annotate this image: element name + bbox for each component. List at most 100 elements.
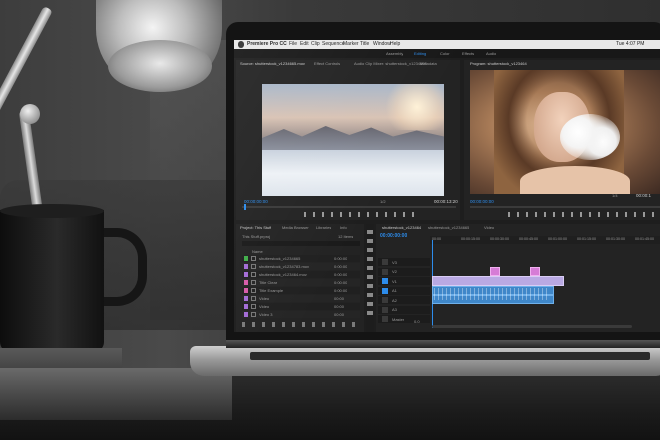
project-item-name: Video	[259, 304, 270, 309]
track-header[interactable]: A3	[378, 305, 430, 314]
source-playhead[interactable]	[244, 204, 246, 210]
master-level[interactable]: 0.0	[414, 319, 420, 324]
track-label: V1	[392, 278, 397, 284]
menu-clip[interactable]: Clip	[311, 41, 320, 47]
track-toggle-icon[interactable]	[382, 287, 388, 294]
project-item-color-label	[244, 264, 248, 269]
program-flowers	[560, 114, 620, 160]
project-item-row[interactable]: shutterstock_v1234665 0:00:00	[242, 255, 360, 262]
clip-icon	[251, 280, 256, 285]
workspace-tab-audio[interactable]: Audio	[486, 51, 496, 56]
track-header[interactable]: A2	[378, 296, 430, 304]
ruler-tick-label: 00:01:15:00	[577, 237, 596, 241]
media-browser-tab[interactable]: Media Browser	[282, 225, 309, 230]
workspace-tab-editing[interactable]: Editing	[414, 51, 426, 56]
project-search-input[interactable]	[242, 241, 360, 246]
project-item-name: Title Example	[259, 288, 284, 293]
timeline-horizontal-scrollbar[interactable]	[432, 325, 632, 328]
project-item-duration: 0:00:00	[334, 288, 348, 293]
metadata-tab[interactable]: Metadata	[420, 61, 437, 66]
project-item-name: Video	[259, 296, 270, 301]
project-item-duration: 00:00	[334, 296, 345, 301]
source-tab[interactable]: Source: shutterstock_v1234665.mov	[240, 61, 320, 66]
title-clip-2[interactable]	[530, 267, 540, 276]
source-duration: 00:00:13:20	[434, 199, 458, 204]
menu-title[interactable]: Title	[360, 41, 369, 47]
track-label: A3	[392, 307, 397, 312]
source-scrub-bar[interactable]	[242, 206, 456, 208]
timeline-tab-2[interactable]: shutterstock_v1234665	[428, 225, 469, 230]
project-item-row[interactable]: shutterstock_v123464.mov 0:00:00	[242, 271, 360, 278]
workspace-tab-assembly[interactable]: Assembly	[386, 51, 403, 56]
audio-waveform	[434, 288, 550, 300]
project-item-row[interactable]: Video 00:00	[242, 303, 360, 310]
mac-menubar	[234, 40, 660, 49]
track-toggle-icon[interactable]	[382, 306, 388, 313]
track-toggle-icon[interactable]	[382, 259, 388, 265]
title-clip-1[interactable]	[490, 267, 500, 276]
program-fit[interactable]: 1/4	[612, 193, 618, 198]
project-tab[interactable]: Project: This Stuff	[240, 225, 271, 230]
track-header[interactable]: V3	[378, 258, 430, 266]
menu-help[interactable]: Help	[390, 41, 400, 47]
video-clip-track-v1[interactable]	[432, 276, 564, 286]
track-header[interactable]: V2	[378, 267, 430, 276]
source-fit[interactable]: 1/2	[380, 199, 386, 204]
program-transport-controls[interactable]	[508, 212, 658, 217]
ruler-tick-label: 00:01:00:00	[548, 237, 567, 241]
menu-sequence[interactable]: Sequence	[322, 41, 345, 47]
project-item-name: shutterstock_v1234783.mov	[259, 264, 310, 269]
project-item-row[interactable]: Title Example 0:00:00	[242, 287, 360, 294]
menu-file[interactable]: File	[289, 41, 297, 47]
clip-icon	[251, 264, 256, 269]
workspace-tab-effects[interactable]: Effects	[462, 51, 474, 56]
source-transport-controls[interactable]	[304, 212, 414, 217]
source-timecode: 00:00:00:00	[244, 199, 268, 204]
libraries-tab[interactable]: Libraries	[316, 225, 331, 230]
track-label: Master	[392, 316, 405, 322]
menubar-clock: Tue 4:07 PM	[616, 41, 645, 47]
project-item-color-label	[244, 296, 248, 301]
menu-marker[interactable]: Marker	[343, 41, 359, 47]
menu-window[interactable]: Window	[373, 41, 391, 47]
workspace-tab-color[interactable]: Color	[440, 51, 450, 56]
project-item-color-label	[244, 280, 248, 285]
apple-icon[interactable]	[238, 41, 244, 48]
track-header[interactable]: V1	[378, 277, 430, 285]
project-bin-name: This Stuff.prproj	[242, 234, 271, 239]
clip-icon	[251, 296, 256, 301]
info-tab[interactable]: Info	[340, 225, 347, 230]
project-item-row[interactable]: shutterstock_v1234783.mov 0:00:00	[242, 263, 360, 270]
project-item-row[interactable]: Title Clear 0:00:00	[242, 279, 360, 286]
project-bottom-toolbar[interactable]	[242, 322, 360, 327]
project-name-column-header[interactable]: Name	[252, 249, 263, 254]
source-sun-glow	[382, 84, 444, 130]
track-header[interactable]: A1	[378, 286, 430, 295]
book-bottom	[0, 368, 232, 420]
app-menu[interactable]: Premiere Pro CC	[247, 41, 287, 47]
project-item-duration: 00:00	[334, 304, 345, 309]
track-toggle-icon[interactable]	[382, 297, 388, 303]
menu-edit[interactable]: Edit	[300, 41, 309, 47]
track-toggle-icon[interactable]	[382, 278, 388, 284]
clip-icon	[251, 272, 256, 277]
project-item-row[interactable]: Video 3 00:00	[242, 311, 360, 318]
project-item-name: shutterstock_v123464.mov	[259, 272, 307, 277]
track-toggle-icon[interactable]	[382, 316, 388, 322]
laptop-keyboard-strip	[250, 352, 650, 360]
timeline-tab-3[interactable]: Video	[484, 225, 494, 230]
program-scrub-bar[interactable]	[470, 206, 660, 208]
clip-icon	[251, 256, 256, 261]
lamp-joint	[20, 104, 40, 124]
effect-controls-tab[interactable]: Effect Controls	[314, 61, 354, 66]
project-item-color-label	[244, 288, 248, 293]
tool-icons[interactable]	[367, 230, 373, 320]
project-item-row[interactable]: Video 00:00	[242, 295, 360, 302]
track-toggle-icon[interactable]	[382, 268, 388, 275]
ruler-tick-label: 00:00:45:00	[519, 237, 538, 241]
timeline-timecode: 00:00:00:00	[380, 233, 408, 239]
ruler-tick-label: 00:00:15:00	[461, 237, 480, 241]
timeline-tab-1[interactable]: shutterstock_v123464	[382, 225, 421, 230]
track-header[interactable]: Master	[378, 315, 430, 323]
program-tab[interactable]: Program: shutterstock_v123464	[470, 61, 527, 66]
